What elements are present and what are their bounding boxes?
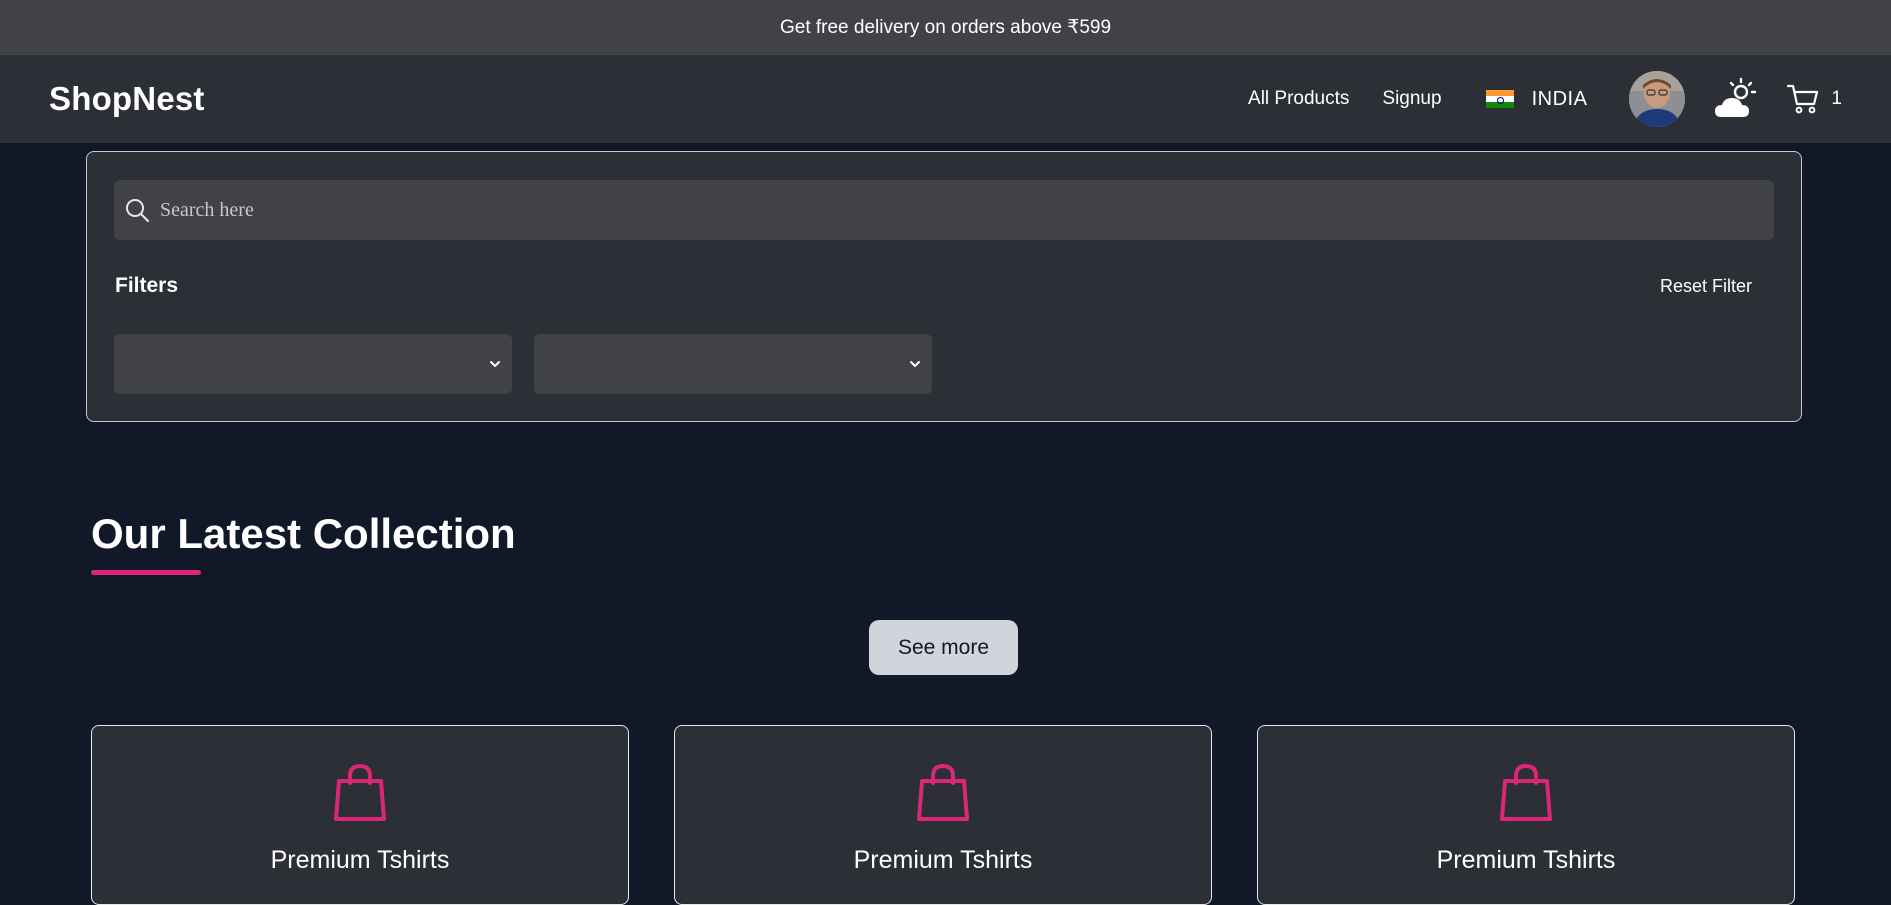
nav-right: All Products Signup INDIA 1 [1248,71,1842,127]
nav-link-signup[interactable]: Signup [1382,88,1441,110]
card-title: Premium Tshirts [270,846,450,874]
search-input[interactable] [160,198,1760,222]
avatar[interactable] [1629,71,1686,127]
section-title: Our Latest Collection [91,510,516,557]
chevron-down-icon [910,361,920,367]
shopping-bag-icon [917,763,969,821]
product-card[interactable]: Premium Tshirts [1257,725,1795,905]
india-flag-icon [1485,90,1514,108]
shopping-bag-icon [1500,763,1552,821]
search-icon [126,199,150,223]
filters-label: Filters [115,274,179,297]
title-underline [91,570,201,575]
country-selector[interactable]: INDIA [1485,87,1588,111]
filter-select-2[interactable] [534,334,932,394]
shopping-bag-icon [334,763,386,821]
brand-logo[interactable]: ShopNest [49,80,205,118]
navbar: ShopNest All Products Signup INDIA 1 [0,55,1891,143]
cart-icon [1787,84,1819,114]
country-name: INDIA [1531,87,1588,110]
cart-count: 1 [1831,88,1842,109]
nav-link-all-products[interactable]: All Products [1248,88,1349,110]
promo-bar: Get free delivery on orders above ₹599 [0,0,1891,55]
filter-select-1[interactable] [114,334,512,394]
reset-filter-button[interactable]: Reset Filter [1660,276,1752,297]
weather-icon[interactable] [1713,77,1757,121]
product-card[interactable]: Premium Tshirts [91,725,629,905]
see-more-button[interactable]: See more [869,620,1018,675]
card-title: Premium Tshirts [853,846,1033,874]
promo-text: Get free delivery on orders above ₹599 [779,17,1112,38]
filter-panel: Filters Reset Filter [86,151,1802,422]
cart-button[interactable]: 1 [1787,84,1842,114]
avatar-image [1629,71,1686,127]
search-box[interactable] [114,180,1774,240]
product-card[interactable]: Premium Tshirts [674,725,1212,905]
chevron-down-icon [490,361,500,367]
card-title: Premium Tshirts [1436,846,1616,874]
